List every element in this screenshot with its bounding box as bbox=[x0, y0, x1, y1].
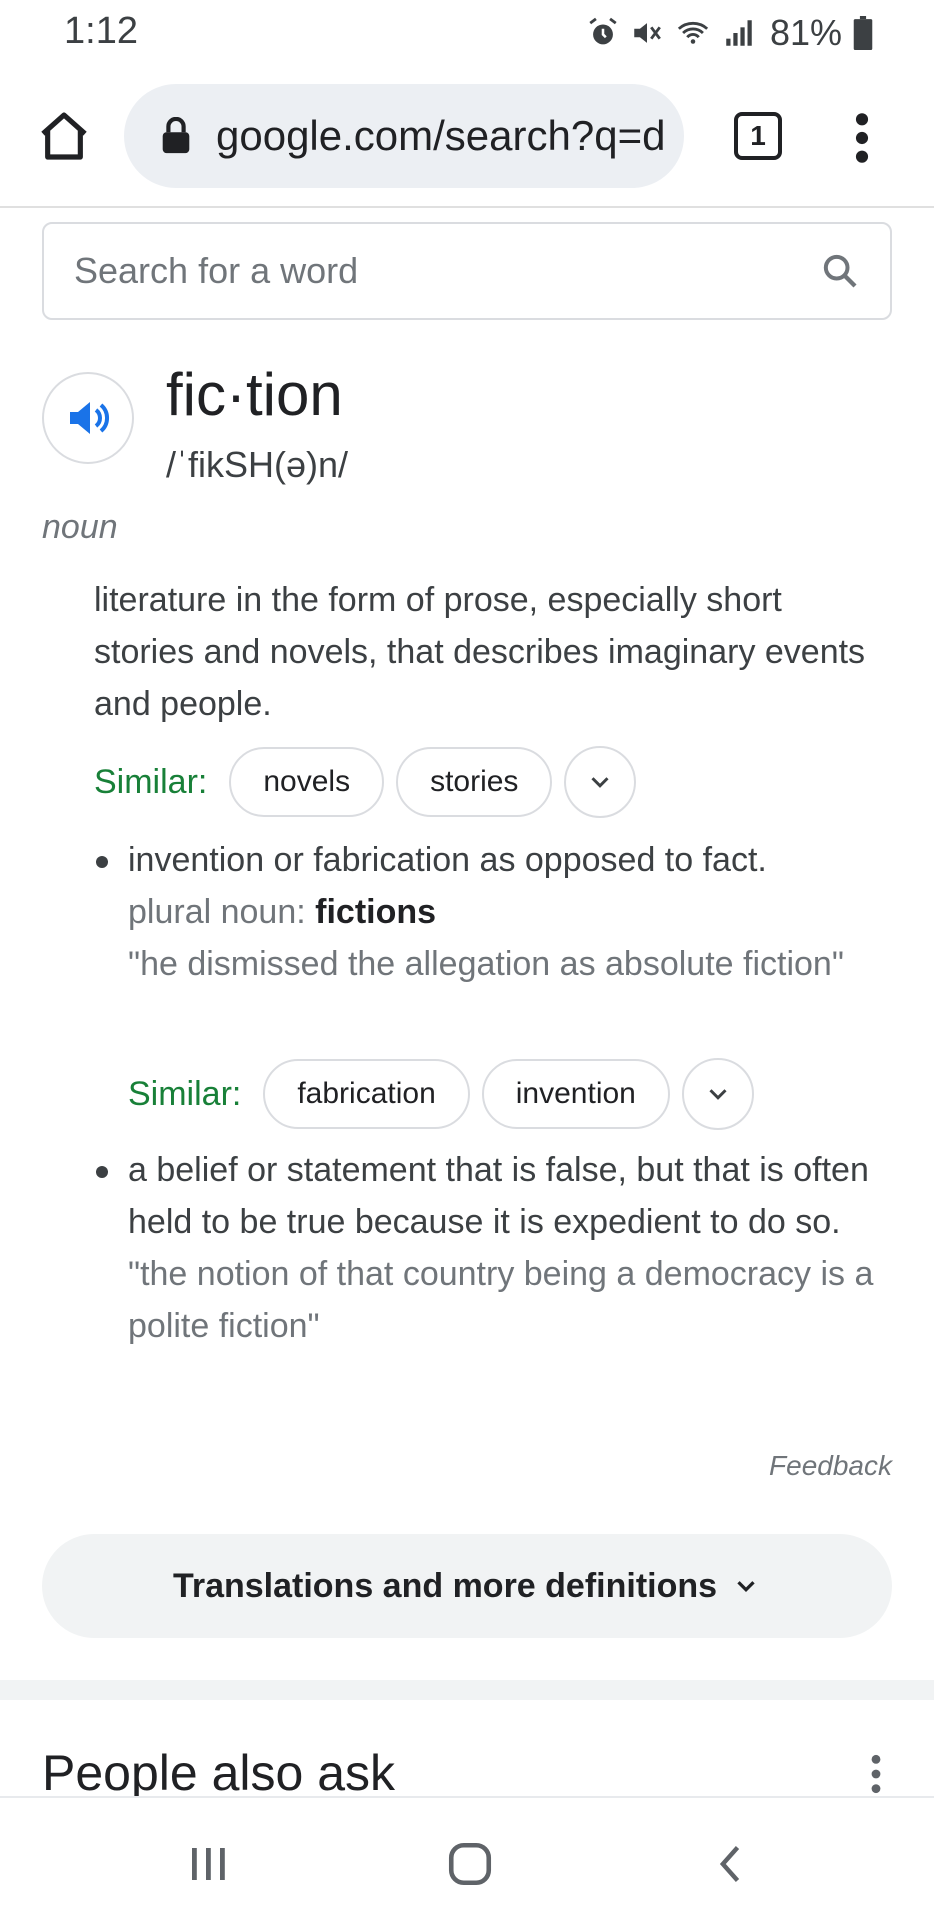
home-button[interactable] bbox=[36, 108, 92, 164]
sense-example: "the notion of that country being a demo… bbox=[128, 1255, 874, 1345]
recent-apps-button[interactable] bbox=[178, 1836, 238, 1892]
people-also-ask-menu-button[interactable] bbox=[868, 1752, 884, 1796]
url-text: google.com/search?q=d bbox=[216, 112, 666, 159]
plural-label: plural noun: bbox=[128, 893, 316, 931]
sense-example: "he dismissed the allegation as absolute… bbox=[128, 945, 844, 983]
similar-chip[interactable]: novels bbox=[229, 747, 385, 817]
similar-chip[interactable]: fabrication bbox=[263, 1059, 470, 1129]
bullet bbox=[96, 856, 108, 868]
browser-menu-button[interactable] bbox=[840, 110, 884, 166]
translations-more-definitions-button[interactable]: Translations and more definitions bbox=[42, 1534, 892, 1638]
more-vert-icon bbox=[871, 1754, 881, 1794]
back-button[interactable] bbox=[702, 1836, 762, 1892]
home-circle-icon bbox=[448, 1842, 492, 1886]
home-icon bbox=[41, 112, 87, 160]
speaker-icon bbox=[70, 402, 109, 434]
battery-icon bbox=[853, 16, 873, 50]
status-bar: 1:12 81% bbox=[0, 0, 934, 66]
feedback-link[interactable]: Feedback bbox=[769, 1450, 892, 1482]
chevron-down-icon bbox=[709, 1089, 727, 1100]
people-also-ask-title: People also ask bbox=[42, 1745, 396, 1801]
similar-expand-button[interactable] bbox=[681, 1058, 754, 1130]
sense-definition: a belief or statement that is false, but… bbox=[128, 1151, 869, 1241]
plural-line: plural noun: fictions bbox=[128, 886, 884, 938]
sense-definition: invention or fabrication as opposed to f… bbox=[128, 841, 767, 879]
similar-chip[interactable]: stories bbox=[396, 747, 553, 817]
chevron-down-icon bbox=[591, 777, 609, 788]
chevron-down-icon bbox=[737, 1581, 755, 1593]
more-vert-icon bbox=[855, 113, 869, 163]
similar-chip[interactable]: invention bbox=[481, 1059, 670, 1129]
similar-label: Similar: bbox=[128, 1074, 242, 1113]
tab-switcher-button[interactable]: 1 bbox=[734, 112, 782, 160]
battery-percent: 81% bbox=[769, 12, 842, 53]
more-button-label: Translations and more definitions bbox=[172, 1566, 718, 1605]
sense-item: invention or fabrication as opposed to f… bbox=[94, 834, 884, 990]
system-navigation-bar bbox=[0, 1796, 934, 1920]
mute-icon bbox=[634, 23, 661, 43]
search-icon[interactable] bbox=[820, 251, 860, 291]
address-bar[interactable]: google.com/search?q=d bbox=[124, 84, 684, 188]
section-divider bbox=[0, 1680, 934, 1700]
similar-row-main: Similar: novels stories bbox=[94, 746, 637, 818]
phonetic: /ˈfikSH(ə)n/ bbox=[166, 444, 349, 485]
lock-icon bbox=[162, 117, 190, 154]
alarm-icon bbox=[589, 17, 617, 45]
dictionary-search-input[interactable] bbox=[74, 250, 820, 292]
dictionary-search-box bbox=[42, 222, 892, 320]
browser-toolbar: google.com/search?q=d 1 bbox=[0, 66, 934, 208]
main-definition: literature in the form of prose, especia… bbox=[94, 581, 866, 723]
similar-row-sense: Similar: fabrication invention bbox=[128, 1058, 754, 1130]
part-of-speech: noun bbox=[42, 508, 118, 546]
similar-label: Similar: bbox=[94, 762, 208, 801]
signal-icon bbox=[726, 20, 752, 46]
bullet bbox=[96, 1166, 108, 1178]
sense-item: a belief or statement that is false, but… bbox=[94, 1144, 884, 1352]
wifi-icon bbox=[677, 21, 709, 44]
tab-count: 1 bbox=[750, 120, 766, 151]
similar-expand-button[interactable] bbox=[564, 746, 637, 818]
plural-value: fictions bbox=[315, 893, 437, 931]
headword: fic·tion bbox=[166, 361, 343, 428]
back-icon bbox=[719, 1846, 740, 1882]
pronunciation-audio-button[interactable] bbox=[42, 372, 134, 464]
status-time: 1:12 bbox=[64, 10, 138, 52]
status-icons: 81% bbox=[586, 12, 874, 54]
home-nav-button[interactable] bbox=[440, 1836, 500, 1892]
recents-icon bbox=[192, 1848, 225, 1880]
